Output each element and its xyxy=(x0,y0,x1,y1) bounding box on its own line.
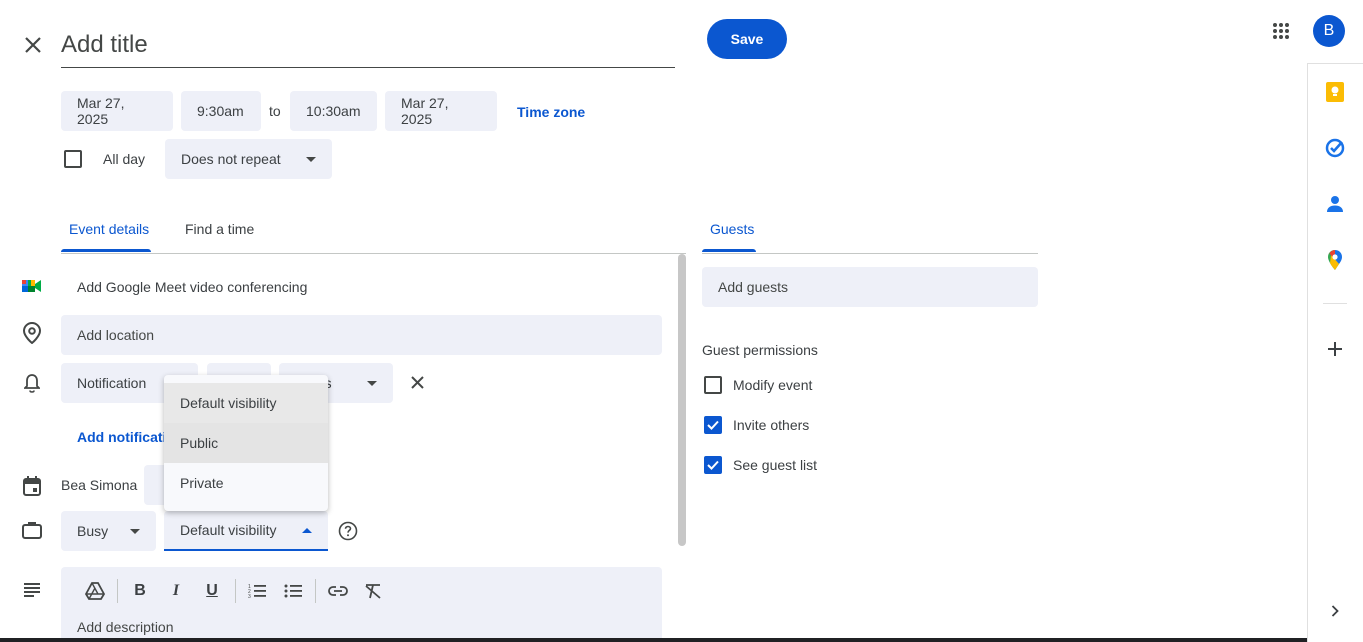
visibility-dropdown[interactable]: Default visibility xyxy=(164,511,328,551)
see-guest-list-label: See guest list xyxy=(733,457,818,473)
briefcase-icon xyxy=(20,518,44,542)
remove-notification-icon[interactable] xyxy=(405,370,429,394)
drive-attach-icon[interactable] xyxy=(81,577,109,605)
location-pin-icon xyxy=(20,321,44,345)
title-input[interactable] xyxy=(61,22,675,68)
bold-icon[interactable]: B xyxy=(126,577,154,605)
add-guests-input[interactable] xyxy=(702,267,1038,307)
start-date-button[interactable]: Mar 27, 2025 xyxy=(61,91,173,131)
toolbar-divider xyxy=(235,579,236,603)
chevron-down-icon xyxy=(367,380,377,386)
chevron-right-icon[interactable] xyxy=(1325,601,1345,621)
bulleted-list-icon[interactable] xyxy=(279,577,307,605)
chevron-down-icon xyxy=(306,156,316,162)
start-time-button[interactable]: 9:30am xyxy=(181,91,261,131)
tab-find-a-time[interactable]: Find a time xyxy=(185,221,254,237)
underline-icon[interactable]: U xyxy=(198,577,226,605)
timezone-link[interactable]: Time zone xyxy=(517,104,585,120)
end-date-button[interactable]: Mar 27, 2025 xyxy=(385,91,497,131)
see-guest-list-checkbox[interactable] xyxy=(704,456,722,474)
keep-icon[interactable] xyxy=(1323,80,1347,104)
close-icon[interactable] xyxy=(18,30,48,60)
remove-formatting-icon[interactable] xyxy=(359,577,387,605)
description-input[interactable] xyxy=(61,616,662,638)
invite-others-label: Invite others xyxy=(733,417,810,433)
tab-event-details-indicator xyxy=(61,249,151,252)
tabs-divider xyxy=(61,253,686,254)
bottom-border xyxy=(0,638,1307,642)
repeat-value: Does not repeat xyxy=(181,151,281,167)
google-meet-icon xyxy=(20,276,44,296)
modify-event-checkbox[interactable] xyxy=(704,376,722,394)
side-panel-divider xyxy=(1323,303,1347,304)
repeat-dropdown[interactable]: Does not repeat xyxy=(165,139,332,179)
avatar[interactable]: B xyxy=(1313,15,1345,47)
availability-value: Busy xyxy=(77,523,109,539)
toolbar-divider xyxy=(315,579,316,603)
owner-name: Bea Simona xyxy=(61,477,138,493)
save-button[interactable]: Save xyxy=(707,19,787,59)
visibility-option-public[interactable]: Public xyxy=(164,423,328,463)
svg-text:3: 3 xyxy=(248,594,251,599)
visibility-option-default[interactable]: Default visibility xyxy=(164,383,328,423)
apps-grid-icon[interactable] xyxy=(1266,16,1296,46)
guest-permissions-title: Guest permissions xyxy=(702,342,818,358)
guests-divider xyxy=(702,253,1038,254)
location-input[interactable] xyxy=(61,315,662,355)
notification-type-value: Notification xyxy=(77,375,147,391)
chevron-down-icon xyxy=(130,528,140,534)
tab-guests[interactable]: Guests xyxy=(710,221,754,237)
contacts-icon[interactable] xyxy=(1323,192,1347,216)
tab-event-details[interactable]: Event details xyxy=(69,221,149,237)
to-label: to xyxy=(269,103,281,119)
link-icon[interactable] xyxy=(324,577,352,605)
availability-dropdown[interactable]: Busy xyxy=(61,511,156,551)
add-meet-button[interactable]: Add Google Meet video conferencing xyxy=(77,279,307,295)
visibility-menu: Default visibility Public Private xyxy=(164,375,328,511)
add-notification-link[interactable]: Add notificati xyxy=(77,429,166,445)
invite-others-checkbox[interactable] xyxy=(704,416,722,434)
tab-guests-indicator xyxy=(702,249,756,252)
all-day-checkbox[interactable] xyxy=(64,150,82,168)
chevron-up-icon xyxy=(302,527,312,533)
calendar-icon xyxy=(20,474,44,498)
all-day-label: All day xyxy=(103,151,146,167)
italic-icon[interactable]: I xyxy=(162,577,190,605)
toolbar-divider xyxy=(117,579,118,603)
help-icon[interactable] xyxy=(337,520,359,542)
tasks-icon[interactable] xyxy=(1323,136,1347,160)
bell-icon xyxy=(20,371,44,395)
visibility-value: Default visibility xyxy=(180,522,277,538)
maps-icon[interactable] xyxy=(1323,248,1347,272)
add-icon[interactable] xyxy=(1323,337,1347,361)
end-time-button[interactable]: 10:30am xyxy=(290,91,377,131)
description-icon xyxy=(20,578,44,602)
visibility-option-private[interactable]: Private xyxy=(164,463,328,503)
numbered-list-icon[interactable]: 123 xyxy=(243,577,271,605)
details-scrollbar[interactable] xyxy=(678,254,686,546)
modify-event-label: Modify event xyxy=(733,377,813,393)
